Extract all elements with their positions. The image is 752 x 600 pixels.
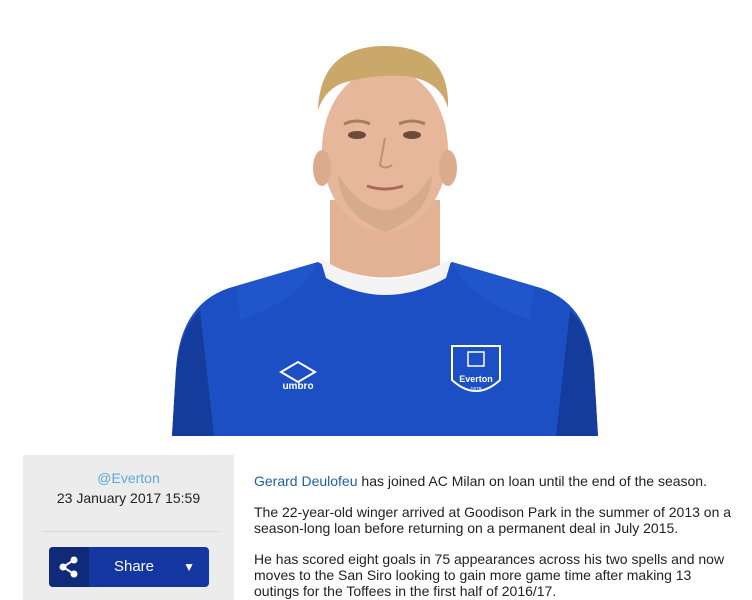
author-handle-link[interactable]: @Everton <box>23 470 234 486</box>
article-paragraph-text: has joined AC Milan on loan until the en… <box>357 473 707 489</box>
article-body: Gerard Deulofeu has joined AC Milan on l… <box>254 473 740 600</box>
share-label: Share <box>113 558 155 575</box>
article-paragraph: The 22-year-old winger arrived at Goodis… <box>254 504 732 536</box>
post-timestamp: 23 January 2017 15:59 <box>56 490 201 506</box>
article-paragraph: Gerard Deulofeu has joined AC Milan on l… <box>254 473 740 489</box>
share-button[interactable]: Share ▼ <box>49 547 209 587</box>
everton-crest: Everton 1878 <box>451 345 501 393</box>
article-paragraph: He has scored eight goals in 75 appearan… <box>254 551 725 599</box>
player-illustration: umbro Everton 1878 <box>172 46 598 436</box>
player-photo: umbro Everton 1878 <box>0 0 752 436</box>
svg-text:Everton: Everton <box>459 374 493 384</box>
svg-text:1878: 1878 <box>470 387 481 393</box>
player-name-link[interactable]: Gerard Deulofeu <box>254 473 358 489</box>
sidebar-divider <box>43 531 219 532</box>
svg-text:umbro: umbro <box>282 381 313 392</box>
share-icon <box>49 547 89 587</box>
article-page: umbro Everton 1878 @Everton 23 January 2… <box>0 0 752 600</box>
post-sidebar: @Everton 23 January 2017 15:59 Share ▼ <box>23 455 234 600</box>
chevron-down-icon: ▼ <box>183 560 195 574</box>
